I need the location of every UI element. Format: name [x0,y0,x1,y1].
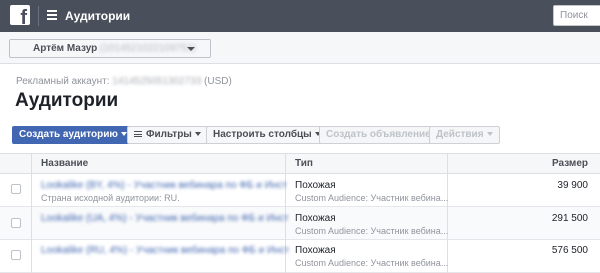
audience-size: 291 500 [551,213,588,224]
facebook-logo-letter: f [20,7,27,25]
account-selector-dropdown[interactable]: Артём Мазур (1014521022109751) [9,39,211,58]
audience-source: Custom Audience: Участник вебина... [295,226,449,236]
configure-columns-button[interactable]: Настроить столбцы [206,126,328,144]
chevron-down-icon [194,132,201,137]
column-divider [31,153,32,273]
top-bar-divider [38,6,39,26]
create-audience-label: Создать аудиторию [19,129,118,140]
row-checkbox[interactable] [11,218,21,228]
audience-subtitle: Страна исходной аудитории: RU. [41,193,180,203]
page-title: Аудитории [15,90,119,111]
ad-account-currency: (USD) [204,76,232,87]
audience-type: Похожая [295,180,336,191]
ad-account-label: Рекламный аккаунт: [16,76,110,87]
configure-columns-label: Настроить столбцы [213,129,312,140]
row-checkbox[interactable] [11,184,21,194]
ad-account-line: Рекламный аккаунт: 1414525051302733 (USD… [16,76,232,87]
audience-name-link[interactable]: Lookalike (UA, 4%) - Участник вебинара п… [41,213,289,224]
audience-name-link[interactable]: Lookalike (RU, 4%) - Участник вебинара п… [41,245,289,256]
facebook-logo-icon[interactable]: f [10,5,30,25]
account-name: Артём Мазур [33,43,98,54]
audience-source: Custom Audience: Участник вебина... [295,193,449,203]
actions-button[interactable]: Действия [429,126,500,144]
audience-size: 39 900 [557,180,588,191]
audience-type: Похожая [295,213,336,224]
create-audience-button[interactable]: Создать аудиторию [12,126,134,144]
account-id: (1014521022109751) [100,43,196,54]
create-ad-button[interactable]: Создать объявление [319,126,438,144]
chevron-down-icon [486,132,493,137]
column-header-type[interactable]: Тип [295,158,313,169]
ad-account-id: 1414525051302733 [112,76,202,87]
filter-icon [134,131,142,138]
search-input[interactable]: Поиск [553,5,600,26]
app-title: Аудитории [65,9,131,23]
chevron-down-icon [187,47,195,51]
hamburger-icon[interactable] [47,10,57,20]
column-header-name[interactable]: Название [41,158,88,169]
audience-type: Похожая [295,245,336,256]
column-header-size[interactable]: Размер [552,158,588,169]
filters-label: Фильтры [146,129,192,140]
filters-button[interactable]: Фильтры [127,126,208,144]
actions-label: Действия [436,129,484,140]
row-checkbox[interactable] [11,250,21,260]
create-ad-label: Создать объявление [326,129,431,140]
audience-source: Custom Audience: Участник вебина... [295,258,449,268]
column-divider [447,153,448,273]
audience-name-link[interactable]: Lookalike (BY, 4%) - Участник вебинара п… [41,180,287,191]
audience-size: 576 500 [551,245,588,256]
